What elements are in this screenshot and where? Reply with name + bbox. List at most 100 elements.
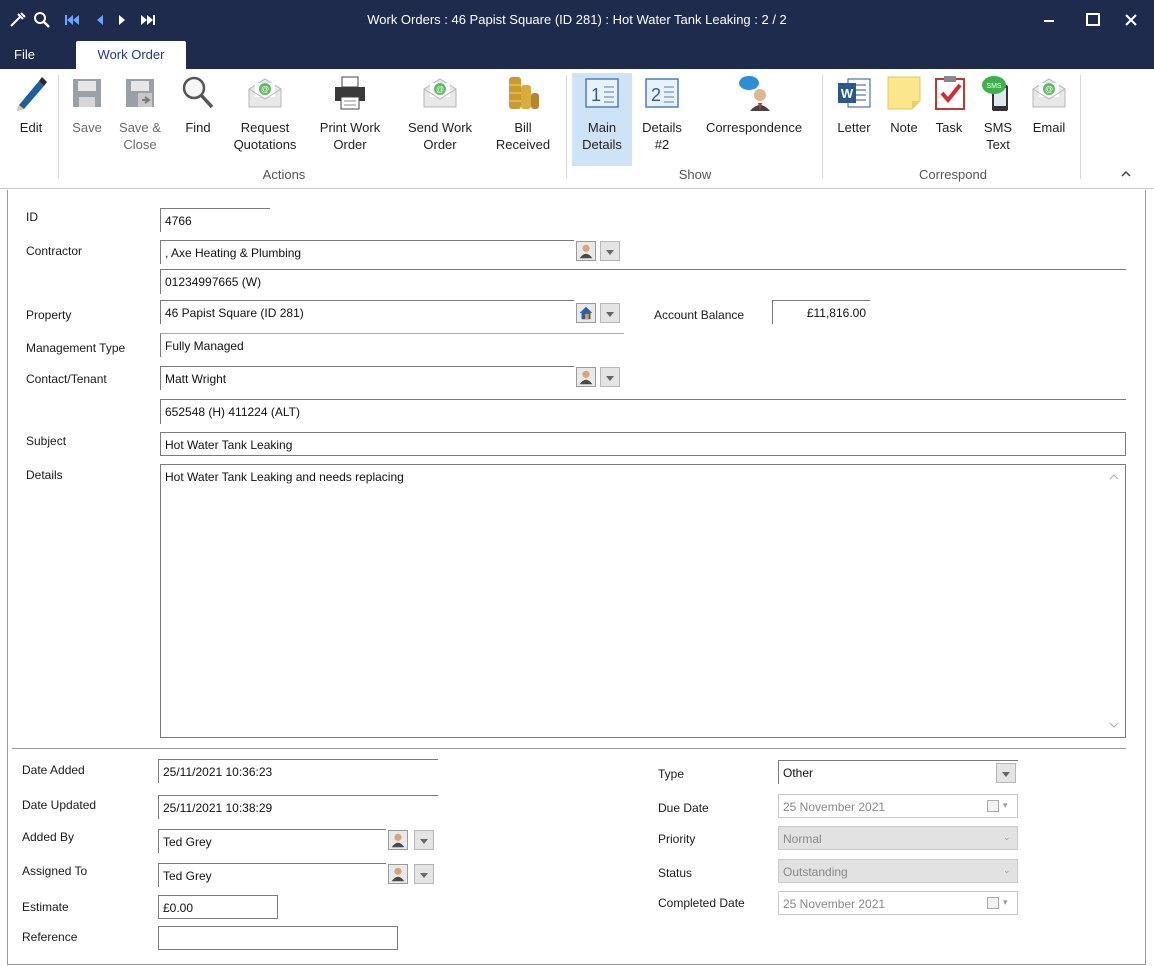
date-updated-field: 25/11/2021 10:38:29 bbox=[158, 795, 438, 819]
maximize-button[interactable] bbox=[1080, 8, 1106, 32]
sms-text-label-1: SMS bbox=[983, 120, 1013, 135]
property-field[interactable]: 46 Papist Square (ID 281) bbox=[160, 300, 574, 324]
page-two-icon: 2 bbox=[645, 78, 679, 108]
task-button[interactable]: Task bbox=[930, 73, 968, 136]
account-balance-label: Account Balance bbox=[654, 308, 745, 322]
added-by-dropdown[interactable] bbox=[414, 830, 434, 850]
separator bbox=[58, 75, 59, 179]
subject-label: Subject bbox=[26, 434, 67, 448]
email-label: Email bbox=[1032, 120, 1066, 135]
request-quotations-label-1: Request bbox=[240, 120, 290, 135]
calendar-icon[interactable] bbox=[987, 897, 999, 909]
account-balance-field: £11,816.00 bbox=[772, 300, 870, 324]
svg-text:@: @ bbox=[436, 85, 444, 94]
edit-button[interactable]: Edit bbox=[10, 73, 52, 136]
ribbon-tab-bar: File Work Order bbox=[0, 41, 1154, 69]
close-button[interactable] bbox=[1118, 8, 1144, 32]
ribbon: Edit Save Save & Close Find @ Request Qu… bbox=[0, 69, 1154, 189]
letter-button[interactable]: W Letter bbox=[830, 73, 878, 136]
added-by-field[interactable]: Ted Grey bbox=[158, 829, 386, 853]
print-work-order-label-1: Print Work bbox=[319, 120, 381, 135]
chevron-down-icon: ⌄ bbox=[1003, 865, 1011, 875]
edit-label: Edit bbox=[19, 120, 43, 135]
date-added-label: Date Added bbox=[22, 763, 85, 777]
due-date-field[interactable]: 25 November 2021 bbox=[778, 794, 1018, 818]
tab-work-order[interactable]: Work Order bbox=[76, 41, 186, 69]
priority-select[interactable]: Normal bbox=[778, 826, 1018, 850]
subject-input[interactable]: Hot Water Tank Leaking bbox=[160, 432, 1126, 456]
save-close-button[interactable]: Save & Close bbox=[114, 73, 166, 153]
save-button[interactable]: Save bbox=[64, 73, 110, 136]
sticky-note-icon bbox=[887, 76, 921, 110]
work-order-form: ID 4766 Contractor , Axe Heating & Plumb… bbox=[7, 190, 1146, 965]
sms-text-button[interactable]: SMS SMS Text bbox=[976, 73, 1020, 153]
svg-text:@: @ bbox=[1045, 85, 1053, 94]
section-divider bbox=[12, 748, 1126, 749]
note-button[interactable]: Note bbox=[884, 73, 924, 136]
chevron-down-icon: ⌄ bbox=[1003, 832, 1011, 842]
details-2-button[interactable]: 2 Details #2 bbox=[636, 73, 688, 153]
svg-text:2: 2 bbox=[651, 85, 661, 105]
management-type-label: Management Type bbox=[26, 341, 126, 355]
window-title: Work Orders : 46 Papist Square (ID 281) … bbox=[367, 12, 787, 27]
sms-phone-icon: SMS bbox=[982, 76, 1008, 111]
request-quotations-button[interactable]: @ Request Quotations bbox=[228, 73, 302, 153]
email-button[interactable]: @ Email bbox=[1026, 73, 1072, 136]
tab-file[interactable]: File bbox=[14, 41, 35, 69]
contact-phone: 652548 (H) 411224 (ALT) bbox=[160, 400, 574, 424]
calendar-icon[interactable] bbox=[987, 800, 999, 812]
email-envelope-icon: @ bbox=[248, 78, 282, 108]
assigned-to-label: Assigned To bbox=[22, 864, 88, 878]
contact-dropdown[interactable] bbox=[600, 367, 620, 387]
correspondence-button[interactable]: Correspondence bbox=[696, 73, 812, 136]
scroll-up-icon[interactable] bbox=[1109, 473, 1119, 481]
bill-received-label-1: Bill bbox=[514, 120, 532, 135]
find-button[interactable]: Find bbox=[176, 73, 220, 136]
contractor-field[interactable]: , Axe Heating & Plumbing bbox=[160, 240, 574, 264]
correspond-group-label: Correspond bbox=[919, 167, 987, 182]
estimate-input[interactable]: £0.00 bbox=[158, 895, 278, 919]
completed-date-field[interactable]: 25 November 2021 bbox=[778, 891, 1018, 915]
main-details-button[interactable]: 1 Main Details bbox=[572, 73, 632, 166]
status-select[interactable]: Outstanding bbox=[778, 859, 1018, 883]
property-dropdown[interactable] bbox=[600, 303, 620, 323]
svg-text:1: 1 bbox=[591, 85, 601, 105]
house-picker-icon[interactable] bbox=[576, 303, 596, 323]
details-textarea[interactable]: Hot Water Tank Leaking and needs replaci… bbox=[160, 464, 1126, 738]
pencil-icon bbox=[17, 77, 47, 111]
assigned-to-dropdown[interactable] bbox=[414, 864, 434, 884]
id-field: 4766 bbox=[160, 208, 270, 232]
minimize-button[interactable] bbox=[1036, 8, 1062, 32]
details-2-label-2: #2 bbox=[654, 137, 670, 152]
send-work-order-button[interactable]: @ Send Work Order bbox=[402, 73, 478, 153]
main-details-label-1: Main bbox=[587, 120, 617, 135]
contractor-label: Contractor bbox=[26, 244, 83, 258]
page-one-icon: 1 bbox=[585, 78, 619, 108]
reference-input[interactable] bbox=[158, 926, 398, 950]
type-select[interactable]: Other bbox=[778, 760, 1018, 784]
type-dropdown[interactable] bbox=[996, 763, 1016, 783]
contact-field[interactable]: Matt Wright bbox=[160, 366, 574, 390]
details-text: Hot Water Tank Leaking and needs replaci… bbox=[165, 470, 404, 484]
note-label: Note bbox=[890, 120, 918, 135]
letter-label: Letter bbox=[837, 120, 871, 135]
assigned-to-field[interactable]: Ted Grey bbox=[158, 863, 386, 887]
print-work-order-button[interactable]: Print Work Order bbox=[316, 73, 384, 153]
scroll-down-icon[interactable] bbox=[1109, 721, 1119, 729]
estimate-label: Estimate bbox=[22, 900, 69, 914]
person-picker-icon[interactable] bbox=[576, 241, 596, 261]
contractor-dropdown[interactable] bbox=[600, 241, 620, 261]
coins-icon bbox=[509, 77, 539, 109]
person-picker-icon[interactable] bbox=[388, 864, 408, 884]
person-picker-icon[interactable] bbox=[388, 830, 408, 850]
separator bbox=[1080, 75, 1081, 179]
title-bar: Work Orders : 46 Papist Square (ID 281) … bbox=[0, 0, 1154, 41]
person-picker-icon[interactable] bbox=[576, 367, 596, 387]
actions-group-label: Actions bbox=[262, 167, 306, 182]
bill-received-label-2: Received bbox=[495, 137, 551, 152]
details-2-label-1: Details bbox=[642, 120, 682, 135]
person-speech-icon bbox=[739, 76, 770, 111]
svg-text:SMS: SMS bbox=[986, 83, 1002, 90]
collapse-ribbon-icon[interactable] bbox=[1120, 169, 1132, 179]
bill-received-button[interactable]: Bill Received bbox=[490, 73, 556, 153]
